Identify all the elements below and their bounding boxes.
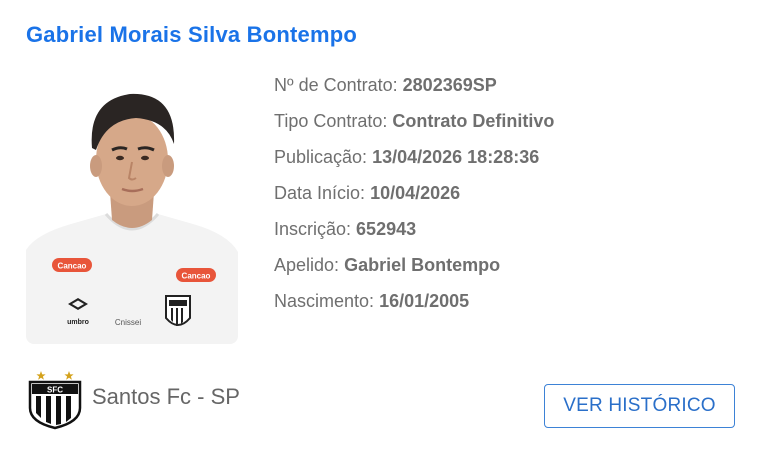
- brand-text: umbro: [67, 319, 89, 326]
- detail-row-contract-number: Nº de Contrato: 2802369SP: [274, 72, 744, 108]
- player-photo: Cancao Cancao umbro Cnissei: [26, 74, 238, 344]
- detail-value: 10/04/2026: [370, 183, 461, 203]
- detail-value: 2802369SP: [402, 75, 497, 95]
- club-name: Santos Fc - SP: [92, 384, 240, 409]
- detail-value: 16/01/2005: [379, 291, 470, 311]
- detail-row-contract-type: Tipo Contrato: Contrato Definitivo: [274, 108, 744, 144]
- detail-row-registration: Inscrição: 652943: [274, 216, 744, 252]
- detail-value: Gabriel Bontempo: [344, 255, 501, 275]
- detail-value: 13/04/2026 18:28:36: [372, 147, 540, 167]
- detail-label: Nascimento:: [274, 291, 375, 311]
- view-history-button[interactable]: VER HISTÓRICO: [544, 384, 735, 428]
- sponsor-badge-left: Cancao: [58, 262, 87, 271]
- detail-label: Apelido:: [274, 255, 340, 275]
- detail-label: Nº de Contrato:: [274, 75, 398, 95]
- sponsor2-text: Cnissei: [115, 318, 141, 327]
- detail-label: Publicação:: [274, 147, 368, 167]
- detail-row-start-date: Data Início: 10/04/2026: [274, 180, 744, 216]
- svg-text:SFC: SFC: [47, 386, 63, 395]
- sponsor-badge-right: Cancao: [182, 272, 211, 281]
- detail-row-birth-date: Nascimento: 16/01/2005: [274, 288, 744, 324]
- detail-row-publication: Publicação: 13/04/2026 18:28:36: [274, 144, 744, 180]
- detail-label: Data Início:: [274, 183, 366, 203]
- player-portrait-image: Cancao Cancao umbro Cnissei: [26, 93, 238, 344]
- detail-value: 652943: [356, 219, 417, 239]
- santos-crest-icon: SFC: [26, 368, 84, 430]
- detail-value: Contrato Definitivo: [392, 111, 555, 131]
- detail-label: Tipo Contrato:: [274, 111, 388, 131]
- detail-row-nickname: Apelido: Gabriel Bontempo: [274, 252, 744, 288]
- contract-details: Nº de Contrato: 2802369SP Tipo Contrato:…: [274, 72, 744, 324]
- player-name: Gabriel Morais Silva Bontempo: [26, 22, 357, 47]
- detail-label: Inscrição:: [274, 219, 352, 239]
